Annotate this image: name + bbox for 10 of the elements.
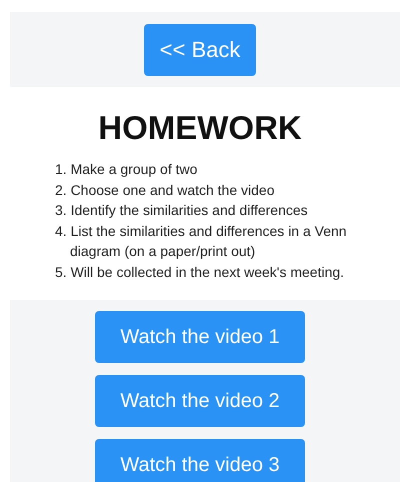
instruction-item: 5. Will be collected in the next week's meeting. bbox=[55, 262, 346, 282]
watch-video-button[interactable]: Watch the video 3 bbox=[95, 439, 305, 482]
watch-video-button[interactable]: Watch the video 1 bbox=[95, 311, 305, 363]
watch-video-button[interactable]: Watch the video 2 bbox=[95, 375, 305, 427]
page-title: HOMEWORK bbox=[97, 109, 303, 147]
back-button[interactable]: << Back bbox=[144, 24, 256, 76]
instruction-item: 3. Identify the similarities and differences bbox=[55, 201, 309, 220]
instruction-item: 4. List the similarities and differences in a Venn diagram (on a paper/print out) bbox=[55, 222, 348, 261]
instruction-item: 1. Make a group of two bbox=[55, 160, 198, 179]
instruction-item: 2. Choose one and watch the video bbox=[55, 180, 276, 200]
